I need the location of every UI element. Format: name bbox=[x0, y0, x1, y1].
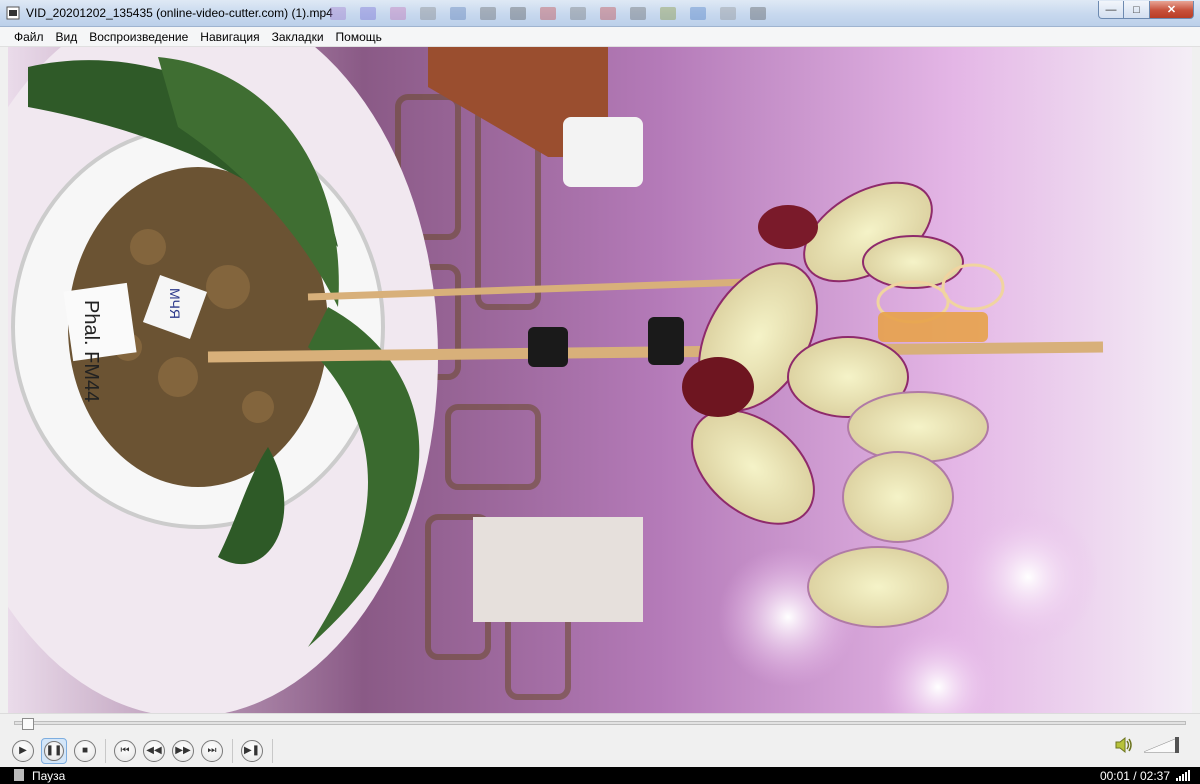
playback-controls: ▶ ❚❚ ■ ⏮ ◀◀ ▶▶ ⏭ ▶❚ bbox=[0, 713, 1200, 767]
pot-label-2: МЧЯ bbox=[167, 288, 183, 319]
minimize-button[interactable]: — bbox=[1098, 1, 1124, 19]
seek-bar[interactable] bbox=[14, 721, 1186, 725]
menu-bar: Файл Вид Воспроизведение Навигация Закла… bbox=[0, 27, 1200, 47]
separator bbox=[232, 739, 233, 763]
menu-file[interactable]: Файл bbox=[8, 30, 50, 44]
background-taskbar-icons bbox=[330, 7, 766, 20]
stop-button[interactable]: ■ bbox=[74, 740, 96, 762]
speaker-icon[interactable] bbox=[1114, 736, 1134, 754]
fast-forward-icon: ▶▶ bbox=[175, 745, 191, 756]
volume-control bbox=[1114, 736, 1180, 754]
time-display: 00:01 / 02:37 bbox=[1099, 769, 1170, 783]
play-button[interactable]: ▶ bbox=[12, 740, 34, 762]
menu-view[interactable]: Вид bbox=[50, 30, 84, 44]
maximize-icon: □ bbox=[1133, 3, 1140, 16]
play-icon: ▶ bbox=[19, 745, 27, 756]
pause-icon: ❚❚ bbox=[45, 745, 63, 756]
maximize-button[interactable]: □ bbox=[1124, 1, 1150, 19]
separator bbox=[272, 739, 273, 763]
signal-bars-icon bbox=[1176, 770, 1194, 781]
video-frame[interactable]: Phal. FM44 МЧЯ bbox=[8, 47, 1192, 713]
skip-forward-icon: ⏭ bbox=[207, 745, 217, 756]
menu-bookmarks[interactable]: Закладки bbox=[266, 30, 330, 44]
previous-button[interactable]: ⏮ bbox=[114, 740, 136, 762]
close-button[interactable]: ✕ bbox=[1150, 1, 1194, 19]
pause-button[interactable]: ❚❚ bbox=[41, 738, 67, 764]
separator bbox=[105, 739, 106, 763]
status-bar: Пауза 00:01 / 02:37 bbox=[0, 767, 1200, 784]
rewind-button[interactable]: ◀◀ bbox=[143, 740, 165, 762]
menu-help[interactable]: Помощь bbox=[330, 30, 388, 44]
app-icon bbox=[6, 6, 20, 20]
title-bar[interactable]: VID_20201202_135435 (online-video-cutter… bbox=[0, 0, 1200, 27]
menu-playback[interactable]: Воспроизведение bbox=[83, 30, 194, 44]
window-title: VID_20201202_135435 (online-video-cutter… bbox=[26, 6, 333, 20]
menu-navigation[interactable]: Навигация bbox=[194, 30, 265, 44]
frame-step-icon: ▶❚ bbox=[243, 745, 261, 756]
pot-label-1: Phal. FM44 bbox=[80, 300, 102, 402]
close-icon: ✕ bbox=[1166, 4, 1177, 16]
stop-icon: ■ bbox=[81, 745, 89, 756]
frame-step-button[interactable]: ▶❚ bbox=[241, 740, 263, 762]
video-image: Phal. FM44 МЧЯ bbox=[8, 47, 1192, 713]
playback-state: Пауза bbox=[32, 769, 66, 783]
volume-slider[interactable] bbox=[1144, 737, 1180, 753]
rewind-icon: ◀◀ bbox=[146, 745, 162, 756]
next-button[interactable]: ⏭ bbox=[201, 740, 223, 762]
minimize-icon: — bbox=[1105, 3, 1117, 16]
file-icon bbox=[14, 769, 24, 781]
forward-button[interactable]: ▶▶ bbox=[172, 740, 194, 762]
seek-thumb[interactable] bbox=[22, 718, 35, 730]
skip-back-icon: ⏮ bbox=[120, 745, 130, 756]
